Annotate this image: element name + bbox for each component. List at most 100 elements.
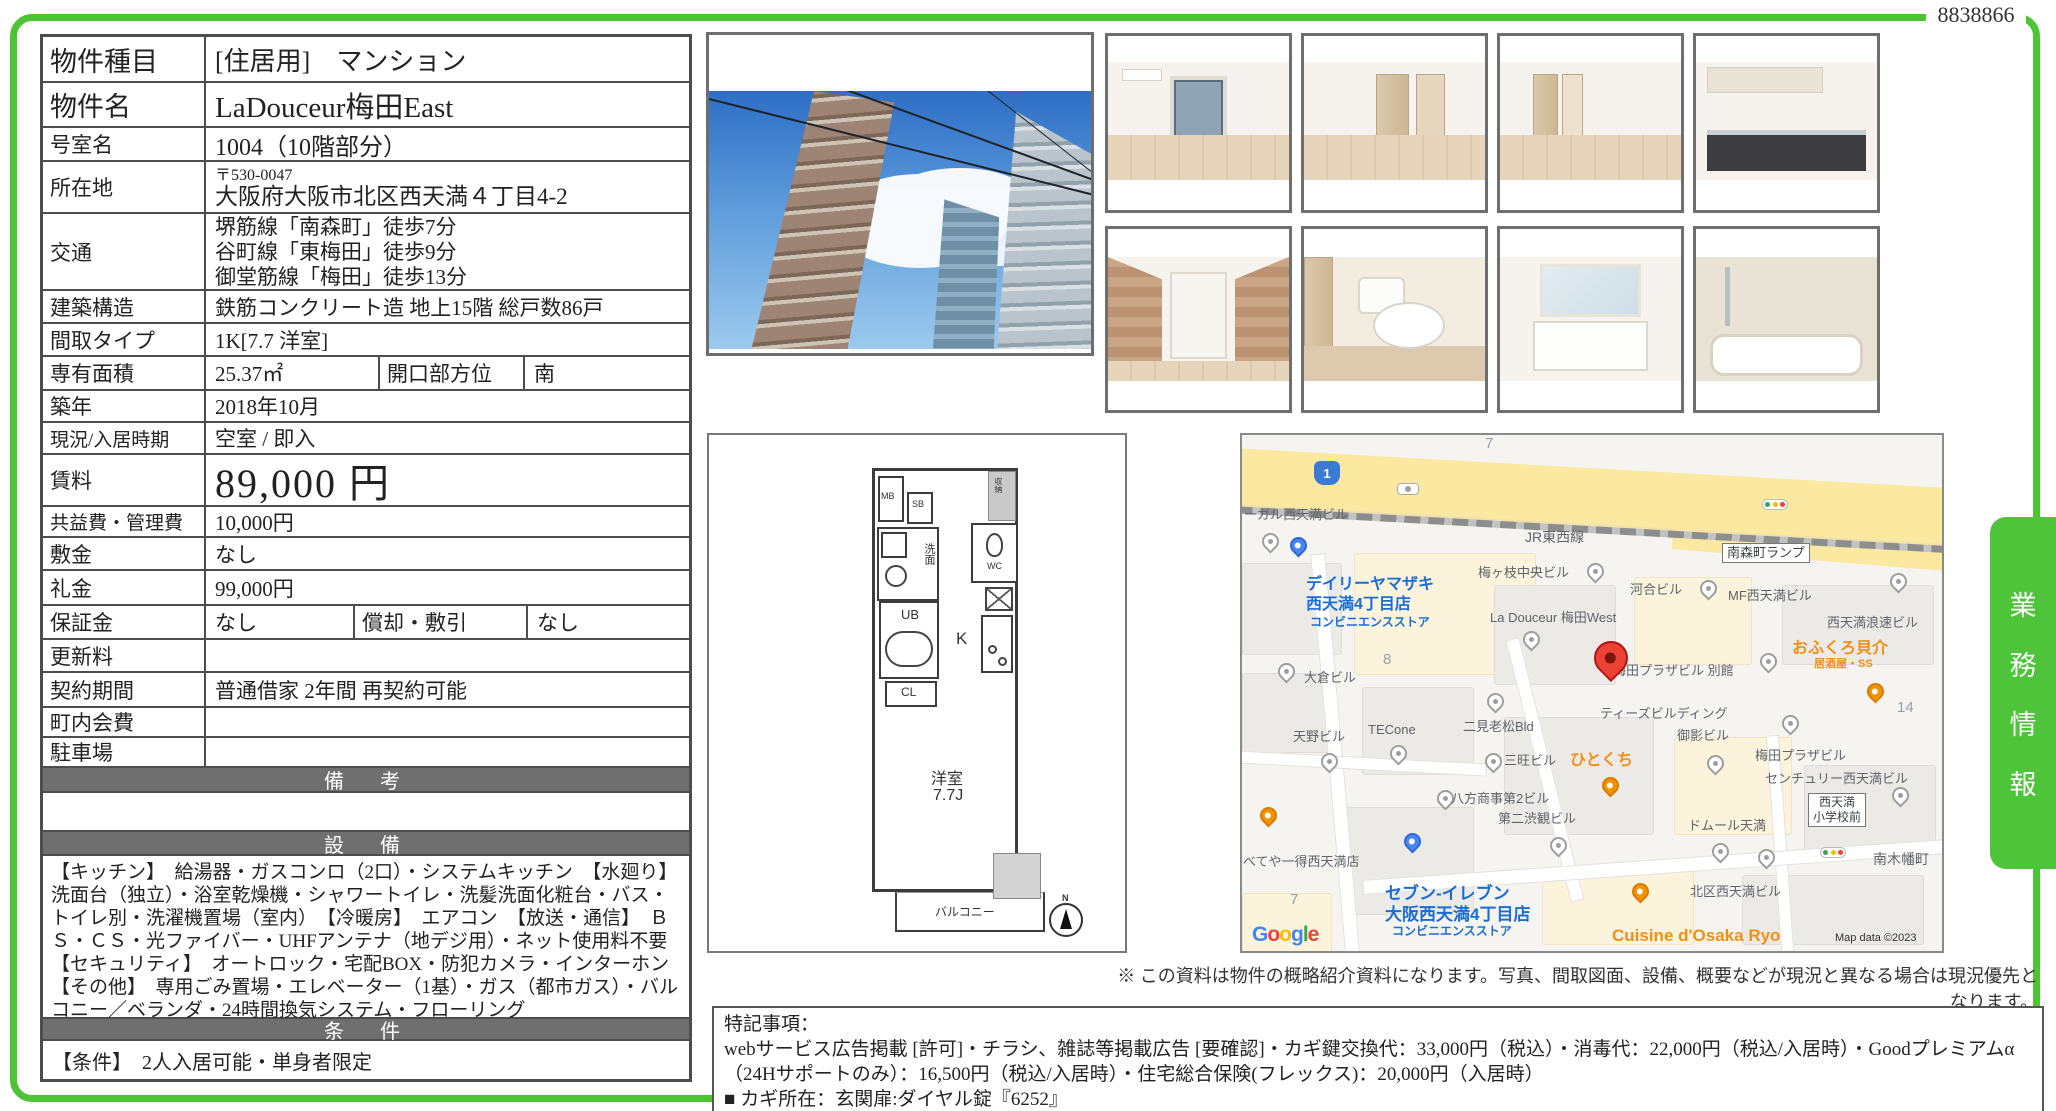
table-row: 礼金 99,000円 [43, 571, 689, 606]
building-photo-image [709, 91, 1091, 349]
row-label: 町内会費 [43, 708, 206, 736]
table-row: 更新料 [43, 640, 689, 673]
table-row: 共益費・管理費 10,000円 [43, 507, 689, 538]
row-value [43, 793, 689, 830]
map-label: 北区西天満ビル [1690, 884, 1781, 900]
row-label: 契約期間 [43, 673, 206, 706]
row-label: 建築構造 [43, 291, 206, 322]
row-value: 南 [525, 357, 689, 389]
fp-ub-label: UB [901, 607, 919, 622]
row-label: 保証金 [43, 606, 206, 638]
fp-balcony-label: バルコニー [935, 903, 995, 920]
row-value: なし [206, 538, 689, 569]
map-label: ドムール天満 [1688, 818, 1766, 834]
table-row: 保証金 なし 償却・敷引 なし [43, 606, 689, 640]
row-label: 開口部方位 [378, 357, 525, 389]
kitchen-photo [1693, 33, 1880, 213]
fp-north-label: N [1062, 893, 1069, 903]
table-row: 建築構造 鉄筋コンクリート造 地上15階 総戸数86戸 [43, 291, 689, 324]
map-label: ひとくち [1570, 751, 1633, 771]
map-label: 14 [1897, 699, 1914, 718]
map-label: JR東西線 [1525, 529, 1584, 547]
joken-row: 【条件】 2人入居可能・単身者限定 [43, 1041, 689, 1079]
row-value: 1004（10階部分） [206, 128, 689, 160]
location-map: 1 Google 7ーガル西天満ビルJR東西線南森町ランプ梅ヶ枝中央ビル河合ビル… [1240, 433, 1944, 953]
map-label: 7 [1485, 435, 1493, 454]
row-label: 敷金 [43, 538, 206, 569]
map-label: センチュリー西天満ビル [1765, 771, 1908, 787]
section-header-setsubi: 設 備 [43, 832, 689, 856]
station-marker-icon [1397, 483, 1419, 495]
row-value: 1K[7.7 洋室] [206, 324, 689, 355]
table-row: 専有面積 25.37㎡ 開口部方位 南 [43, 357, 689, 391]
floor-plan: 収納 MB SB 洗面 WC UB K CL 洋室 7.7J バルコニ [707, 433, 1127, 953]
map-label: 八方商事第2ビル [1451, 791, 1549, 807]
row-value: [住居用] マンション [206, 37, 689, 81]
row-label: 共益費・管理費 [43, 507, 206, 536]
building-exterior-photo [706, 32, 1094, 356]
map-pin-gray [1756, 649, 1780, 673]
map-pin-orange [1256, 803, 1280, 827]
map-label: MF西天満ビル [1728, 588, 1812, 604]
map-label: デイリーヤマザキ 西天満4丁目店 [1306, 575, 1434, 615]
map-label: 梅田プラザビル 別館 [1613, 663, 1734, 679]
table-row: 交通 堺筋線「南森町」徒歩7分 谷町線「東梅田」徒歩9分 御堂筋線「梅田」徒歩1… [43, 214, 689, 291]
property-name: LaDouceur梅田East [206, 83, 689, 126]
map-label: 三旺ビル [1504, 753, 1556, 769]
row-label: 償却・敷引 [353, 606, 528, 638]
row-value: 鉄筋コンクリート造 地上15階 総戸数86戸 [206, 291, 689, 322]
row-value: なし [528, 606, 689, 638]
washroom-photo [1497, 226, 1684, 413]
section-header-biko: 備 考 [43, 768, 689, 793]
rent-value: 89,000 円 [206, 455, 689, 505]
room-photo-window [1105, 33, 1292, 213]
table-row: 物件名 LaDouceur梅田East [43, 83, 689, 128]
map-label: 梅ヶ枝中央ビル [1478, 565, 1569, 581]
table-row: 賃料 89,000 円 [43, 455, 689, 507]
notes-title: 特記事項： [724, 1012, 2032, 1037]
map-label: Map data ©2023 [1835, 932, 1917, 946]
row-label: 賃料 [43, 455, 206, 505]
row-value: 普通借家 2年間 再契約可能 [206, 673, 689, 706]
traffic-light-icon [1820, 847, 1846, 858]
notes-body: webサービス広告掲載 [許可]・チラシ、雑誌等掲載広告 [要確認]・カギ鍵交換… [724, 1037, 2032, 1087]
postal-code: 〒530-0047 [215, 167, 568, 184]
row-label: 更新料 [43, 640, 206, 671]
row-value [206, 640, 689, 671]
room-photo-doors [1301, 33, 1488, 213]
map-label: 8 [1383, 651, 1391, 670]
map-pin-gray [1258, 529, 1282, 553]
row-value [206, 708, 689, 736]
condition-text: 【条件】 2人入居可能・単身者限定 [43, 1041, 689, 1079]
row-label: 物件種目 [43, 37, 206, 81]
row-value: 2018年10月 [206, 391, 689, 421]
setsubi-row: 【キッチン】 給湯器・ガスコンロ（2口）・システムキッチン 【水廻り】 洗面台（… [43, 856, 689, 1019]
fp-room-label: 洋室 [931, 765, 963, 789]
tab-gyomu-joho[interactable]: 業 務 情 報 [1990, 517, 2056, 869]
table-row: 号室名 1004（10階部分） [43, 128, 689, 162]
access-line: 御堂筋線「梅田」徒歩13分 [215, 265, 467, 290]
fp-closet-label: CL [901, 685, 916, 699]
row-value: 10,000円 [206, 507, 689, 536]
table-row: 所在地 〒530-0047 大阪府大阪市北区西天満４丁目4-2 [43, 162, 689, 214]
map-label: コンビニエンスストア [1392, 924, 1512, 939]
property-flyer-page: 8838866 物件種目 [住居用] マンション 物件名 LaDouceur梅田… [0, 0, 2056, 1111]
property-table: 物件種目 [住居用] マンション 物件名 LaDouceur梅田East 号室名… [40, 34, 692, 1082]
map-label: おふくろ貝介 [1792, 639, 1888, 659]
map-label: ーガル西天満ビル [1244, 507, 1348, 523]
route-shield-icon: 1 [1314, 461, 1340, 485]
room-photo-closet [1497, 33, 1684, 213]
document-number: 8838866 [1926, 2, 2026, 30]
table-row: 町内会費 [43, 708, 689, 738]
table-row: 築年 2018年10月 [43, 391, 689, 423]
map-label: 大倉ビル [1304, 670, 1356, 686]
row-label: 駐車場 [43, 738, 206, 766]
fp-sb-label: SB [912, 499, 924, 509]
row-value [206, 738, 689, 766]
access-line: 谷町線「東梅田」徒歩9分 [215, 240, 467, 265]
access-line: 堺筋線「南森町」徒歩7分 [215, 215, 467, 240]
table-row: 物件種目 [住居用] マンション [43, 37, 689, 83]
map-label: 7 [1290, 891, 1298, 910]
map-label: 御影ビル [1677, 728, 1729, 744]
map-label: 二見老松Bld [1463, 719, 1534, 735]
